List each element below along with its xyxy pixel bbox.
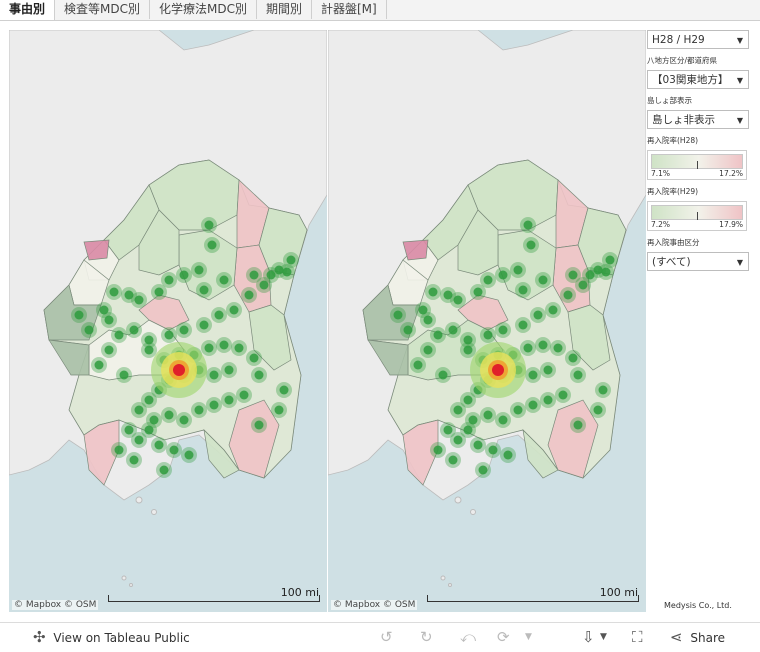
tab-kikan[interactable]: 期間別 (257, 0, 312, 19)
chevron-down-icon: ▼ (736, 258, 743, 267)
legend-max: 17.9% (719, 220, 743, 229)
reason-filter-label: 再入院事由区分 (647, 238, 700, 247)
undo-icon[interactable]: ↺ (380, 623, 393, 651)
refresh-icon[interactable]: ⟳ (497, 623, 510, 651)
redo-icon[interactable]: ↻ (420, 623, 433, 651)
revert-icon[interactable]: ⤺ (460, 623, 476, 651)
sheet-tabs: 事由別 検査等MDC別 化学療法MDC別 期間別 計器盤[M] (0, 0, 760, 21)
map-canvas-h29 (328, 30, 646, 612)
chevron-down-icon: ▼ (736, 36, 743, 45)
legend-midpoint-tick (697, 212, 698, 220)
company-credit: Medysis Co., Ltd. (664, 601, 732, 610)
download-icon[interactable]: ⇩ (582, 623, 595, 651)
map-attribution: © Mapbox © OSM (331, 600, 418, 610)
filter-panel: H28 / H29 ▼ 八地方区分/都道府県 【03関東地方】 ▼ 島しょ部表示… (647, 30, 751, 271)
island-filter-label: 島しょ部表示 (647, 96, 692, 105)
view-on-tableau-label: View on Tableau Public (53, 631, 190, 645)
tab-dashboard[interactable]: 計器盤[M] (312, 0, 387, 19)
map-h29[interactable]: © Mapbox © OSM 100 mi (328, 30, 646, 612)
tab-jiyu[interactable]: 事由別 (0, 0, 56, 20)
legend-min: 7.2% (651, 220, 671, 229)
tab-kagaku-mdc[interactable]: 化学療法MDC別 (150, 0, 257, 19)
legend-midpoint-tick (697, 161, 698, 169)
region-filter-label: 八地方区分/都道府県 (647, 56, 718, 65)
tab-kensa-mdc[interactable]: 検査等MDC別 (55, 0, 150, 19)
pause-menu-icon[interactable]: ▼ (525, 623, 532, 651)
period-value: H28 / H29 (652, 34, 705, 46)
reason-value: (すべて) (652, 256, 691, 268)
reason-dropdown[interactable]: (すべて) ▼ (647, 252, 749, 271)
legend-min: 7.1% (651, 169, 671, 178)
view-on-tableau-link[interactable]: ✣ View on Tableau Public (33, 623, 190, 651)
share-button[interactable]: ⋖ Share (670, 623, 725, 651)
map-attribution: © Mapbox © OSM (12, 600, 99, 610)
map-scale-label: 100 mi (599, 586, 638, 599)
legend-h28-label: 再入院率(H28) (647, 136, 699, 145)
legend-h29-label: 再入院率(H29) (647, 187, 699, 196)
legend-h29: 7.2% 17.9% (647, 201, 747, 231)
map-scale-label: 100 mi (280, 586, 319, 599)
share-label: Share (690, 631, 726, 645)
region-dropdown[interactable]: 【03関東地方】 ▼ (647, 70, 749, 89)
island-dropdown[interactable]: 島しょ非表示 ▼ (647, 110, 749, 129)
map-h28[interactable]: © Mapbox © OSM 100 mi (9, 30, 327, 612)
island-value: 島しょ非表示 (652, 114, 715, 126)
legend-h28: 7.1% 17.2% (647, 150, 747, 180)
legend-max: 17.2% (719, 169, 743, 178)
share-icon: ⋖ (670, 628, 683, 646)
region-value: 【03関東地方】 (652, 74, 729, 86)
chevron-down-icon: ▼ (736, 116, 743, 125)
download-menu-icon[interactable]: ▼ (600, 623, 607, 651)
tableau-toolbar: ✣ View on Tableau Public ↺ ↻ ⤺ ⟳ ▼ ⇩ ▼ ⛶… (0, 622, 760, 651)
period-dropdown[interactable]: H28 / H29 ▼ (647, 30, 749, 49)
tableau-logo-icon: ✣ (33, 628, 46, 646)
chevron-down-icon: ▼ (736, 76, 743, 85)
fullscreen-icon[interactable]: ⛶ (632, 623, 643, 651)
map-canvas-h28 (9, 30, 327, 612)
